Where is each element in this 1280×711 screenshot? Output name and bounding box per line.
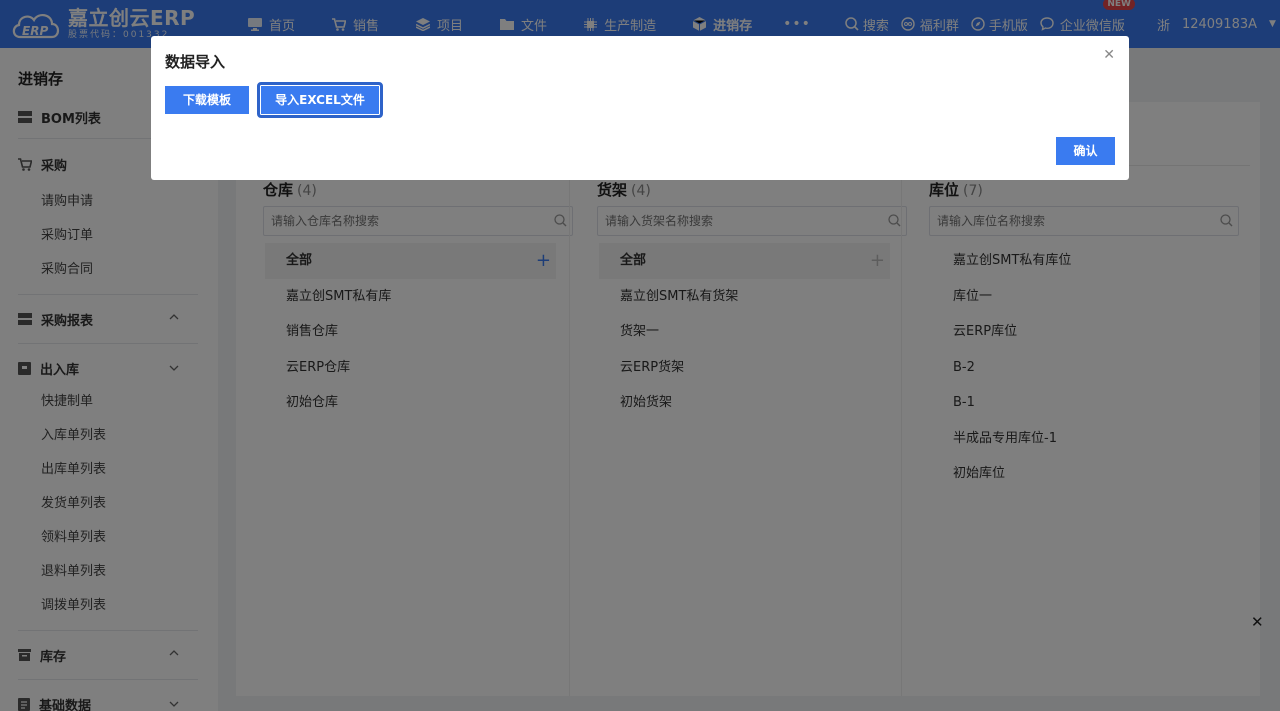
import-dialog: 数据导入 ✕ 下载模板 导入EXCEL文件 确认 — [151, 36, 1129, 180]
close-icon[interactable]: ✕ — [1103, 47, 1115, 63]
close-icon[interactable]: ✕ — [1251, 613, 1264, 631]
dialog-title: 数据导入 — [165, 53, 226, 71]
import-excel-button[interactable]: 导入EXCEL文件 — [257, 82, 383, 118]
download-template-button[interactable]: 下载模板 — [165, 86, 249, 114]
confirm-button[interactable]: 确认 — [1056, 137, 1115, 165]
